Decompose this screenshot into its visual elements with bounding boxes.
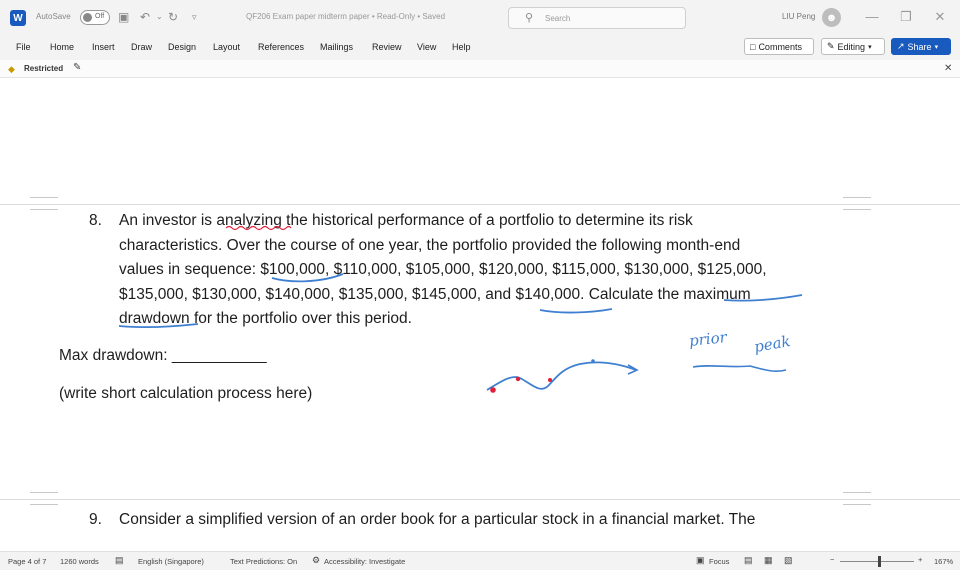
pencil-icon: ✎ <box>827 41 835 51</box>
avatar[interactable]: ☻ <box>822 8 841 27</box>
share-button[interactable]: ↗ Share ▾ <box>891 38 951 55</box>
restricted-bar: ◆ Restricted ✎ ✕ <box>0 60 960 78</box>
max-drawdown-label: Max drawdown: ___________ <box>59 347 267 364</box>
ink-red-dot <box>490 387 496 393</box>
tab-draw[interactable]: Draw <box>131 42 152 52</box>
comment-icon: □ <box>750 41 756 52</box>
tab-help[interactable]: Help <box>452 42 471 52</box>
question-number: 8. <box>89 212 102 229</box>
restricted-label[interactable]: Restricted <box>24 64 63 73</box>
tab-review[interactable]: Review <box>372 42 402 52</box>
print-layout-icon[interactable]: ▤ <box>744 555 753 566</box>
calculation-hint: (write short calculation process here) <box>59 385 313 402</box>
editing-label: Editing <box>837 41 866 52</box>
document-canvas[interactable]: 8. An investor is analyzing the historic… <box>0 78 960 551</box>
word-count[interactable]: 1260 words <box>60 557 99 566</box>
tab-view[interactable]: View <box>417 42 436 52</box>
accessibility-status[interactable]: Accessibility: Investigate <box>324 557 405 566</box>
ink-dot <box>591 359 595 363</box>
comments-button[interactable]: □ Comments <box>744 38 814 55</box>
ribbon-tabs: File Home Insert Draw Design Layout Refe… <box>0 36 960 60</box>
language-indicator[interactable]: English (Singapore) <box>138 557 204 566</box>
share-label: Share <box>907 41 932 52</box>
zoom-out-icon[interactable]: − <box>830 555 834 564</box>
focus-button[interactable]: Focus <box>709 557 729 566</box>
page-boundary <box>0 499 960 500</box>
page-boundary <box>0 204 960 205</box>
customize-qat-icon[interactable]: ▿ <box>192 10 197 24</box>
close-icon[interactable]: ✕ <box>944 63 952 74</box>
undo-icon[interactable]: ↶ <box>140 10 150 24</box>
document-title[interactable]: QF206 Exam paper midterm paper • Read-On… <box>246 12 445 21</box>
close-button[interactable]: ✕ <box>930 9 950 25</box>
ink-arrowhead <box>627 364 639 375</box>
ink-price-curve <box>486 361 637 391</box>
user-name[interactable]: LIU Peng <box>782 12 815 21</box>
question-8-line-4: $135,000, $130,000, $140,000, $135,000, … <box>119 286 751 303</box>
word-logo-icon: W <box>10 10 26 26</box>
chevron-down-icon: ▾ <box>868 43 872 51</box>
question-9-line-1: Consider a simplified version of an orde… <box>119 511 756 528</box>
title-bar: W AutoSave Off ▣ ↶ ⌄ ↻ ▿ QF206 Exam pape… <box>0 0 960 36</box>
autosave-state: Off <box>95 13 105 20</box>
proofing-icon[interactable]: ▤ <box>115 555 124 566</box>
handwriting-prior: prior <box>688 328 728 350</box>
redo-icon[interactable]: ↻ <box>168 10 178 24</box>
text-predictions[interactable]: Text Predictions: On <box>230 557 297 566</box>
question-8-line-1: An investor is analyzing the historical … <box>119 212 693 229</box>
comments-label: Comments <box>758 41 802 52</box>
web-layout-icon[interactable]: ▧ <box>784 555 793 566</box>
restore-button[interactable]: ❐ <box>896 9 916 25</box>
tab-home[interactable]: Home <box>50 42 74 52</box>
handwriting-peak: peak <box>752 331 792 357</box>
editing-mode-button[interactable]: ✎ Editing ▾ <box>821 38 885 55</box>
chevron-down-icon: ▾ <box>934 43 939 51</box>
zoom-in-icon[interactable]: + <box>918 555 922 564</box>
tab-mailings[interactable]: Mailings <box>320 42 353 52</box>
status-bar: Page 4 of 7 1260 words ▤ English (Singap… <box>0 551 960 570</box>
save-icon[interactable]: ▣ <box>118 10 129 24</box>
zoom-level[interactable]: 167% <box>934 557 953 566</box>
tag-icon: ◆ <box>8 64 15 74</box>
tab-insert[interactable]: Insert <box>92 42 115 52</box>
focus-icon: ▣ <box>696 555 705 565</box>
search-box[interactable]: ⚲ Search <box>508 7 686 29</box>
page-indicator[interactable]: Page 4 of 7 <box>8 557 46 566</box>
ink-red-dot <box>548 378 552 382</box>
search-placeholder: Search <box>545 14 571 23</box>
accessibility-icon: ⚙ <box>312 555 321 565</box>
ink-underline-prior-peak <box>692 365 787 373</box>
undo-dropdown-icon[interactable]: ⌄ <box>156 10 163 24</box>
ink-red-dot <box>515 376 521 382</box>
tab-file[interactable]: File <box>16 42 31 52</box>
ink-underline-140000 <box>539 308 613 314</box>
autosave-label: AutoSave <box>36 12 71 21</box>
toggle-knob <box>83 13 92 22</box>
zoom-thumb[interactable] <box>878 556 881 567</box>
search-icon: ⚲ <box>525 12 534 24</box>
share-icon: ↗ <box>897 41 905 51</box>
pencil-icon[interactable]: ✎ <box>73 62 81 73</box>
tab-design[interactable]: Design <box>168 42 196 52</box>
question-number: 9. <box>89 511 102 528</box>
autosave-toggle[interactable]: Off <box>80 10 110 25</box>
question-8-line-5: drawdown for the portfolio over this per… <box>119 310 412 327</box>
question-8-line-2: characteristics. Over the course of one … <box>119 237 741 254</box>
minimize-button[interactable]: — <box>862 9 882 25</box>
tab-references[interactable]: References <box>258 42 304 52</box>
question-8-line-3: values in sequence: $100,000, $110,000, … <box>119 261 767 278</box>
read-mode-icon[interactable]: ▦ <box>764 555 773 566</box>
tab-layout[interactable]: Layout <box>213 42 240 52</box>
zoom-slider[interactable] <box>840 561 914 562</box>
